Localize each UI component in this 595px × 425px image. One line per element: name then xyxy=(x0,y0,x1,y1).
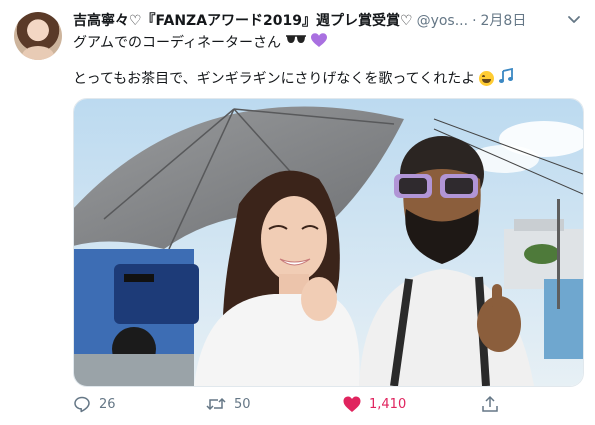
location-text: グアムでのコーディネーターさん xyxy=(73,35,282,51)
tweet-body: とってもお茶目で、ギンギラギンにさりげなくを歌ってくれたよ xyxy=(73,67,514,88)
heart-icon xyxy=(343,396,361,412)
tweet-actions: 26 50 1,410 xyxy=(73,392,503,416)
like-button[interactable]: 1,410 xyxy=(343,392,406,416)
share-button[interactable] xyxy=(481,392,499,416)
reply-icon xyxy=(74,396,90,413)
purple-heart-icon xyxy=(311,32,328,52)
photo-scene xyxy=(74,99,583,386)
reply-button[interactable]: 26 xyxy=(73,392,116,416)
tweet-header: 吉高寧々♡『FANZAアワード2019』週プレ賞受賞♡ @yos... · 2月8日 xyxy=(73,10,583,30)
musical-notes-icon xyxy=(498,67,514,88)
share-icon xyxy=(482,395,498,412)
grinning-squinting-face-icon xyxy=(479,70,495,86)
avatar[interactable] xyxy=(14,12,62,60)
retweet-button[interactable]: 50 xyxy=(206,392,251,416)
tweet-text: とってもお茶目で、ギンギラギンにさりげなくを歌ってくれたよ xyxy=(73,71,476,87)
retweet-icon xyxy=(206,397,226,411)
tweet-photo[interactable] xyxy=(73,98,584,387)
timestamp[interactable]: 2月8日 xyxy=(481,13,527,29)
avatar-shoulder xyxy=(22,46,54,60)
chevron-down-icon[interactable] xyxy=(565,10,583,28)
sunglasses-icon xyxy=(285,34,307,50)
separator: · xyxy=(472,13,477,29)
retweet-count: 50 xyxy=(234,396,251,412)
like-count: 1,410 xyxy=(369,396,407,412)
user-handle[interactable]: @yos... xyxy=(417,13,469,29)
reply-count: 26 xyxy=(99,396,116,412)
display-name[interactable]: 吉高寧々♡『FANZAアワード2019』週プレ賞受賞♡ xyxy=(73,13,413,29)
tweet-first-line: グアムでのコーディネーターさん xyxy=(73,32,328,52)
